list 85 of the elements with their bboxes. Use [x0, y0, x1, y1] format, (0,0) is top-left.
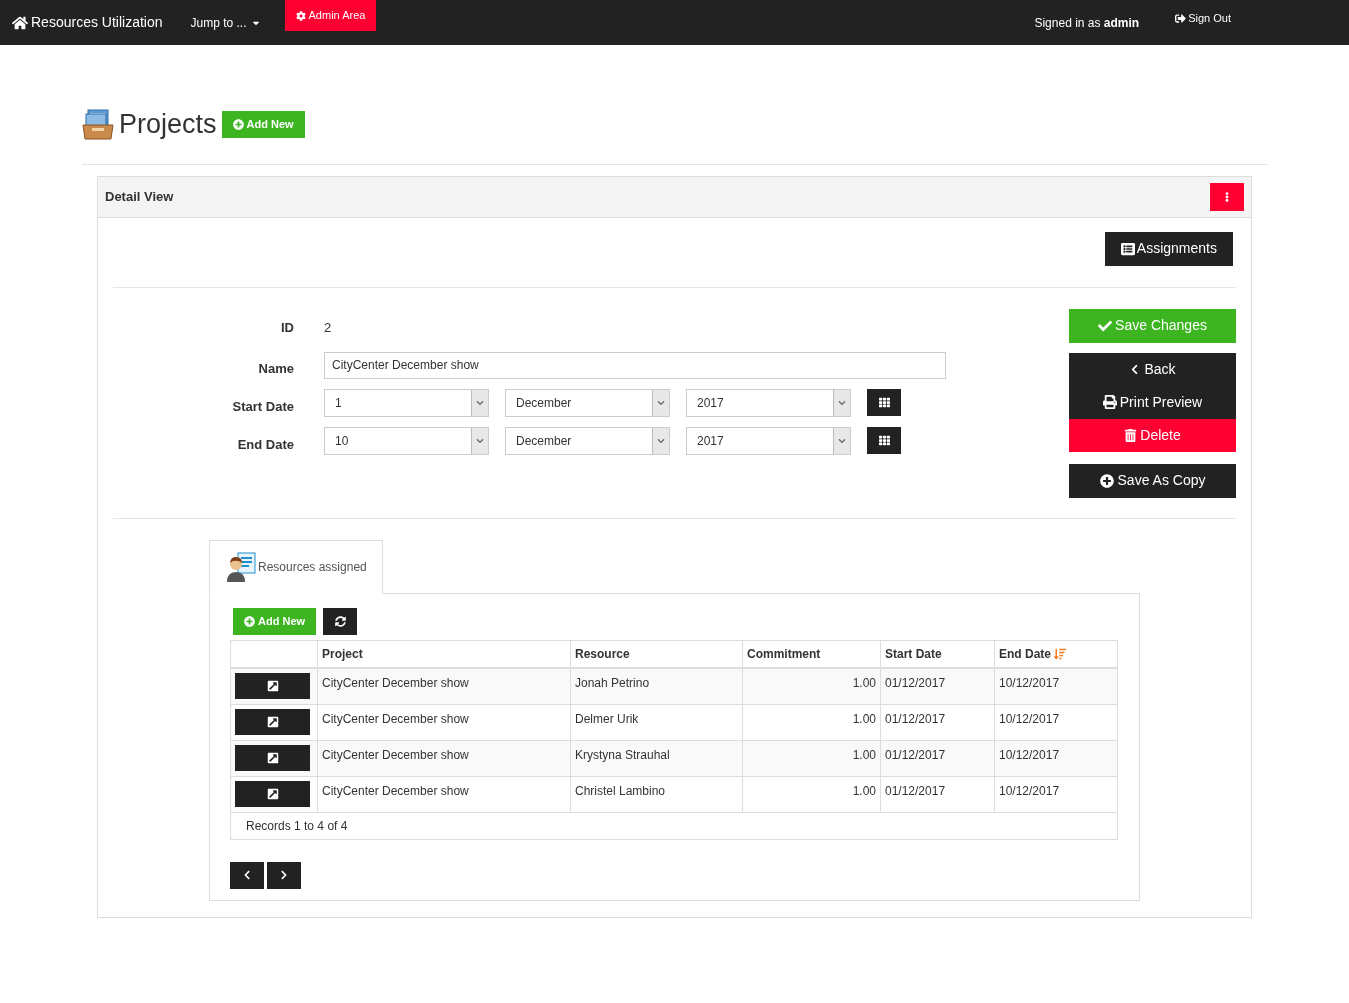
calendar-button[interactable]	[867, 427, 901, 454]
list-icon	[1120, 241, 1135, 256]
month-select[interactable]: December	[505, 388, 670, 417]
table-cell: 10/12/2017	[999, 783, 1060, 798]
save-as-copy-button[interactable]: Save As Copy	[1069, 463, 1236, 498]
table-cell: 01/12/2017	[885, 676, 946, 690]
table-cell: Delmer Urik	[575, 711, 639, 726]
column-header[interactable]: Project	[317, 640, 571, 668]
column-header[interactable]: End Date	[994, 640, 1118, 668]
open-record-button[interactable]	[235, 709, 310, 735]
table-cell: 1.00	[852, 711, 876, 726]
delete-button[interactable]: Delete	[1069, 418, 1236, 452]
open-record-button[interactable]	[235, 745, 310, 771]
brand-link[interactable]: Resources Utilization	[12, 12, 163, 33]
open-record-button[interactable]	[235, 781, 310, 807]
page-title: Projects	[119, 108, 217, 141]
settings-icon	[295, 10, 306, 21]
chevron-down-icon	[476, 398, 484, 407]
column-header[interactable]: Resource	[570, 640, 743, 668]
chevron-down-icon	[657, 436, 665, 445]
table-cell: 10/12/2017	[999, 676, 1060, 690]
year-select[interactable]: 2017	[686, 388, 851, 417]
table-cell: Jonah Petrino	[575, 676, 650, 690]
year-select[interactable]: 2017	[686, 426, 851, 455]
chevron-down-icon	[657, 398, 665, 407]
chevron-right-icon	[279, 870, 289, 880]
column-header[interactable]: Commitment	[742, 640, 881, 668]
tab[interactable]: Resources assigned	[209, 539, 383, 594]
table-cell: 1.00	[852, 783, 876, 798]
signed-in-text: Signed in as admin	[1034, 14, 1140, 32]
records-count: Records 1 to 4 of 4	[246, 818, 348, 833]
panel-title: Detail View	[105, 187, 174, 206]
day-select[interactable]: 1	[324, 388, 489, 417]
table-cell: CityCenter December show	[322, 783, 469, 798]
table-cell: CityCenter December show	[322, 676, 469, 690]
grid-icon	[878, 435, 890, 446]
table-cell: 01/12/2017	[885, 747, 946, 762]
month-select[interactable]: December	[505, 426, 670, 455]
table-cell: Krystyna Strauhal	[575, 747, 670, 762]
check-icon	[1098, 318, 1113, 333]
column-header[interactable]: Start Date	[880, 640, 995, 668]
table-cell: 10/12/2017	[999, 747, 1060, 762]
field-label: Name	[257, 360, 295, 378]
external-link-icon	[266, 680, 279, 693]
external-link-icon	[266, 716, 279, 728]
table-cell: Christel Lambino	[575, 783, 666, 798]
sign-out-icon	[1175, 12, 1187, 24]
field-label: Start Date	[231, 398, 295, 416]
next-page-button[interactable]	[267, 861, 301, 889]
chevron-left-icon	[242, 870, 252, 880]
chevron-down-icon	[838, 436, 846, 445]
table-cell: 1.00	[852, 676, 876, 690]
chevron-down-icon	[476, 436, 484, 445]
assignments-button[interactable]: Assignments	[1104, 231, 1233, 266]
table-cell: 01/12/2017	[885, 783, 946, 798]
refresh-button[interactable]	[323, 607, 358, 635]
external-link-icon	[266, 788, 279, 800]
admin-area-button[interactable]: Admin Area	[284, 0, 377, 31]
back-button[interactable]: Back	[1069, 352, 1236, 386]
table-cell: CityCenter December show	[322, 711, 469, 726]
grid-icon	[878, 397, 890, 408]
more-options-button[interactable]	[1210, 182, 1244, 211]
name-field[interactable]: CityCenter December show	[324, 351, 946, 379]
sign-out-link[interactable]: Sign Out	[1175, 10, 1231, 27]
id-value: 2	[324, 318, 332, 337]
field-label: End Date	[236, 436, 295, 454]
refresh-icon	[334, 615, 346, 627]
field-label: ID	[280, 318, 295, 337]
table-cell: 01/12/2017	[885, 711, 946, 726]
home-icon	[12, 14, 28, 31]
person-document-icon	[225, 551, 257, 582]
trash-icon	[1124, 428, 1138, 442]
table-cell: 10/12/2017	[999, 711, 1060, 726]
previous-page-button[interactable]	[230, 861, 264, 889]
day-select[interactable]: 10	[324, 426, 489, 455]
table-cell: CityCenter December show	[322, 747, 469, 762]
chevron-down-icon	[838, 398, 846, 407]
printer-icon	[1102, 395, 1117, 409]
open-record-button[interactable]	[235, 673, 310, 700]
calendar-button[interactable]	[867, 389, 901, 416]
print-preview-button[interactable]: Print Preview	[1069, 385, 1236, 419]
table-cell: 1.00	[852, 747, 876, 762]
jump-to-dropdown[interactable]: Jump to ...	[190, 13, 261, 32]
folder-tray-icon	[82, 108, 114, 141]
external-link-icon	[266, 752, 279, 764]
